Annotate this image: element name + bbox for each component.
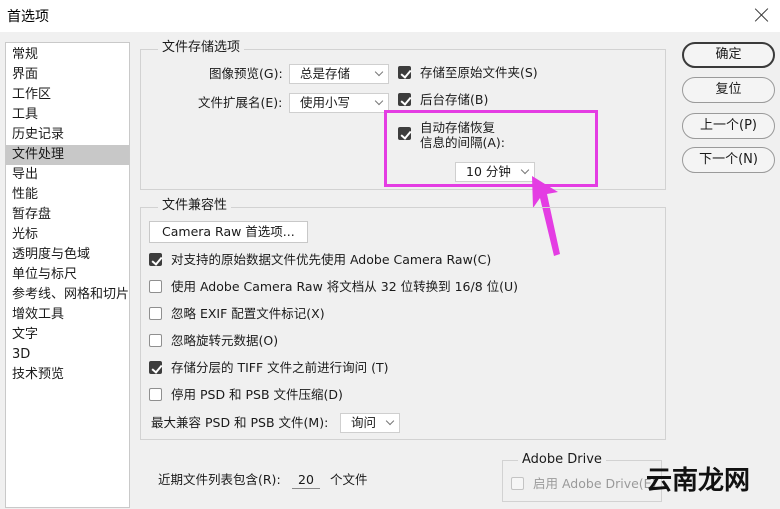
auto-recover-label-line1: 自动存储恢复 (420, 120, 496, 135)
recent-files-label: 近期文件列表包含(R): (158, 472, 281, 487)
convert-32bit-checkbox[interactable] (149, 280, 162, 293)
ask-layered-tiff-label: 存储分层的 TIFF 文件之前进行询问 (T) (171, 360, 389, 375)
background-save-checkbox[interactable] (398, 93, 411, 106)
sidebar-item-scratch-disks[interactable]: 暂存盘 (6, 205, 129, 225)
next-button[interactable]: 下一个(N) (682, 147, 775, 173)
sidebar-item-3d[interactable]: 3D (6, 345, 129, 365)
file-extension-label: 文件扩展名(E): (198, 95, 283, 110)
file-saving-group-title: 文件存储选项 (158, 41, 245, 55)
sidebar-item-type[interactable]: 文字 (6, 325, 129, 345)
recovery-interval-value: 10 分钟 (466, 164, 511, 179)
prefer-camera-raw-checkbox[interactable] (149, 253, 162, 266)
recent-files-unit: 个文件 (330, 472, 368, 487)
ok-button[interactable]: 确定 (682, 42, 775, 68)
title-bar (0, 0, 780, 32)
max-compat-value: 询问 (351, 415, 377, 430)
sidebar-item-guides-grid-slices[interactable]: 参考线、网格和切片 (6, 285, 129, 305)
save-original-folder-label: 存储至原始文件夹(S) (420, 65, 538, 80)
reset-button[interactable]: 复位 (682, 77, 775, 103)
prefer-camera-raw-label: 对支持的原始数据文件优先使用 Adobe Camera Raw(C) (171, 252, 492, 267)
sidebar-item-plugins[interactable]: 增效工具 (6, 305, 129, 325)
disable-psd-compression-checkbox[interactable] (149, 388, 162, 401)
max-compat-select[interactable]: 询问 (340, 413, 400, 433)
file-extension-value: 使用小写 (300, 95, 351, 110)
previous-button[interactable]: 上一个(P) (682, 113, 775, 139)
ignore-exif-label: 忽略 EXIF 配置文件标记(X) (171, 306, 325, 321)
watermark-text: 云南龙网 (646, 466, 751, 496)
category-sidebar: 常规 界面 工作区 工具 历史记录 文件处理 导出 性能 暂存盘 光标 透明度与… (5, 42, 130, 508)
close-icon[interactable] (750, 3, 774, 27)
sidebar-item-performance[interactable]: 性能 (6, 185, 129, 205)
sidebar-item-units-rulers[interactable]: 单位与标尺 (6, 265, 129, 285)
chevron-down-icon (374, 67, 384, 77)
sidebar-item-workspace[interactable]: 工作区 (6, 85, 129, 105)
max-compat-label: 最大兼容 PSD 和 PSB 文件(M): (151, 415, 329, 430)
sidebar-item-export[interactable]: 导出 (6, 165, 129, 185)
ask-layered-tiff-checkbox[interactable] (149, 361, 162, 374)
sidebar-item-transparency-gamut[interactable]: 透明度与色域 (6, 245, 129, 265)
image-preview-label: 图像预览(G): (209, 66, 283, 81)
ignore-rotation-label: 忽略旋转元数据(O) (171, 333, 279, 348)
disable-psd-compression-label: 停用 PSD 和 PSB 文件压缩(D) (171, 387, 343, 402)
ignore-exif-checkbox[interactable] (149, 307, 162, 320)
sidebar-item-history[interactable]: 历史记录 (6, 125, 129, 145)
sidebar-item-tech-previews[interactable]: 技术预览 (6, 365, 129, 385)
file-extension-select[interactable]: 使用小写 (289, 93, 389, 113)
sidebar-item-interface[interactable]: 界面 (6, 65, 129, 85)
enable-adobe-drive-checkbox[interactable] (511, 477, 524, 490)
window-title: 首选项 (7, 9, 49, 25)
chevron-down-icon (385, 416, 395, 426)
sidebar-item-file-handling[interactable]: 文件处理 (6, 145, 129, 165)
save-original-folder-checkbox[interactable] (398, 66, 411, 79)
auto-recover-checkbox[interactable] (398, 127, 411, 140)
chevron-down-icon (374, 96, 384, 106)
camera-raw-prefs-button[interactable]: Camera Raw 首选项... (149, 221, 308, 243)
background-save-label: 后台存储(B) (420, 92, 489, 107)
ignore-rotation-checkbox[interactable] (149, 334, 162, 347)
sidebar-item-general[interactable]: 常规 (6, 45, 129, 65)
adobe-drive-group-title: Adobe Drive (518, 453, 606, 467)
convert-32bit-label: 使用 Adobe Camera Raw 将文档从 32 位转换到 16/8 位(… (171, 279, 519, 294)
recent-files-count-input[interactable]: 20 (292, 472, 320, 489)
image-preview-select[interactable]: 总是存储 (289, 64, 389, 84)
file-compat-group-title: 文件兼容性 (158, 199, 232, 213)
image-preview-value: 总是存储 (300, 66, 351, 81)
sidebar-item-tools[interactable]: 工具 (6, 105, 129, 125)
sidebar-item-cursors[interactable]: 光标 (6, 225, 129, 245)
enable-adobe-drive-label: 启用 Adobe Drive(E) (533, 476, 657, 491)
auto-recover-label-line2: 信息的间隔(A): (420, 135, 506, 150)
